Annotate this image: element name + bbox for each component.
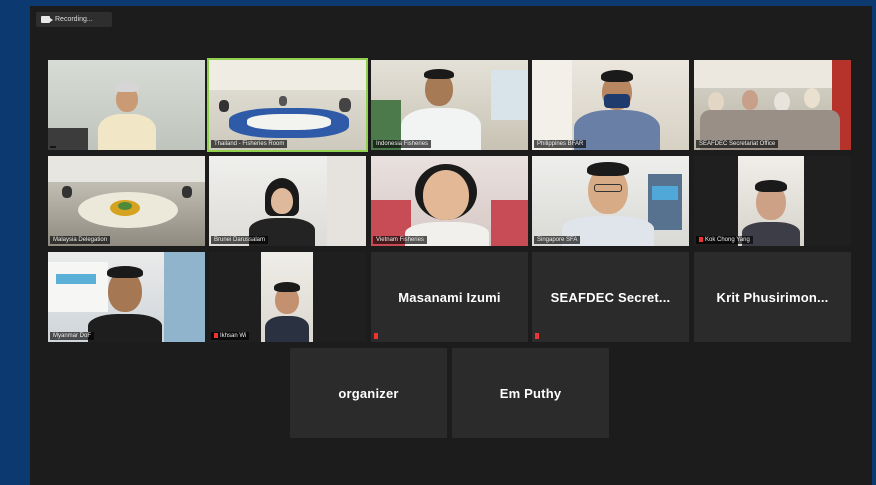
video-tile-off[interactable]: SEAFDEC Secret... [532, 252, 689, 342]
participant-name: Indonesia Fisheries [373, 140, 432, 148]
muted-mic-icon [535, 333, 539, 339]
video-tile[interactable]: SEAFDEC Secretariat Office [694, 60, 851, 150]
participant-name-center: SEAFDEC Secret... [550, 289, 671, 305]
muted-mic-icon [214, 332, 218, 338]
participant-name: SEAFDEC Secretariat Office [696, 140, 779, 148]
participant-name: Ikhsan Wi [211, 331, 250, 340]
profile-video-inset [261, 252, 313, 342]
recording-icon [41, 16, 53, 23]
muted-mic-icon [374, 333, 378, 339]
participant-name: Myanmar DoF [50, 332, 95, 340]
video-tile[interactable]: Ikhsan Wi [209, 252, 366, 342]
participant-name: Brunei Darussalam [211, 236, 269, 244]
recording-label: Recording... [55, 16, 93, 23]
participant-name [50, 146, 56, 148]
video-tile-off[interactable]: Masanami Izumi [371, 252, 528, 342]
video-tile[interactable]: Singapore SFA [532, 156, 689, 246]
video-tile[interactable]: Vietnam Fisheries [371, 156, 528, 246]
video-tile-off[interactable]: organizer [290, 348, 447, 438]
video-tile-off[interactable]: Krit Phusirimon... [694, 252, 851, 342]
video-tile[interactable]: Philippines BFAR [532, 60, 689, 150]
profile-video-inset [738, 156, 804, 246]
participant-name: Philippines BFAR [534, 140, 587, 148]
muted-mic-icon [699, 236, 703, 242]
video-tile[interactable]: Malaysia Delegation [48, 156, 205, 246]
participant-name-center: Krit Phusirimon... [716, 289, 829, 305]
participant-name: Vietnam Fisheries [373, 236, 427, 244]
video-tile[interactable]: Brunei Darussalam [209, 156, 366, 246]
video-tile[interactable]: Kok Chong Yang [694, 156, 851, 246]
meeting-window: Recording... Thailand - Fisheries Room I… [30, 6, 872, 485]
participant-name-center: organizer [338, 385, 399, 401]
recording-indicator[interactable]: Recording... [36, 12, 112, 27]
participant-name: Kok Chong Yang [696, 235, 753, 244]
video-tile[interactable] [48, 60, 205, 150]
participant-name: Malaysia Delegation [50, 236, 111, 244]
video-tile[interactable]: Myanmar DoF [48, 252, 205, 342]
participant-name: Singapore SFA [534, 236, 581, 244]
video-tile[interactable]: Indonesia Fisheries [371, 60, 528, 150]
participant-name-center: Masanami Izumi [398, 289, 501, 305]
participant-name: Thailand - Fisheries Room [211, 140, 288, 148]
video-tile-off[interactable]: Em Puthy [452, 348, 609, 438]
participant-name-center: Em Puthy [499, 385, 562, 401]
video-tile-active-speaker[interactable]: Thailand - Fisheries Room [207, 58, 368, 152]
